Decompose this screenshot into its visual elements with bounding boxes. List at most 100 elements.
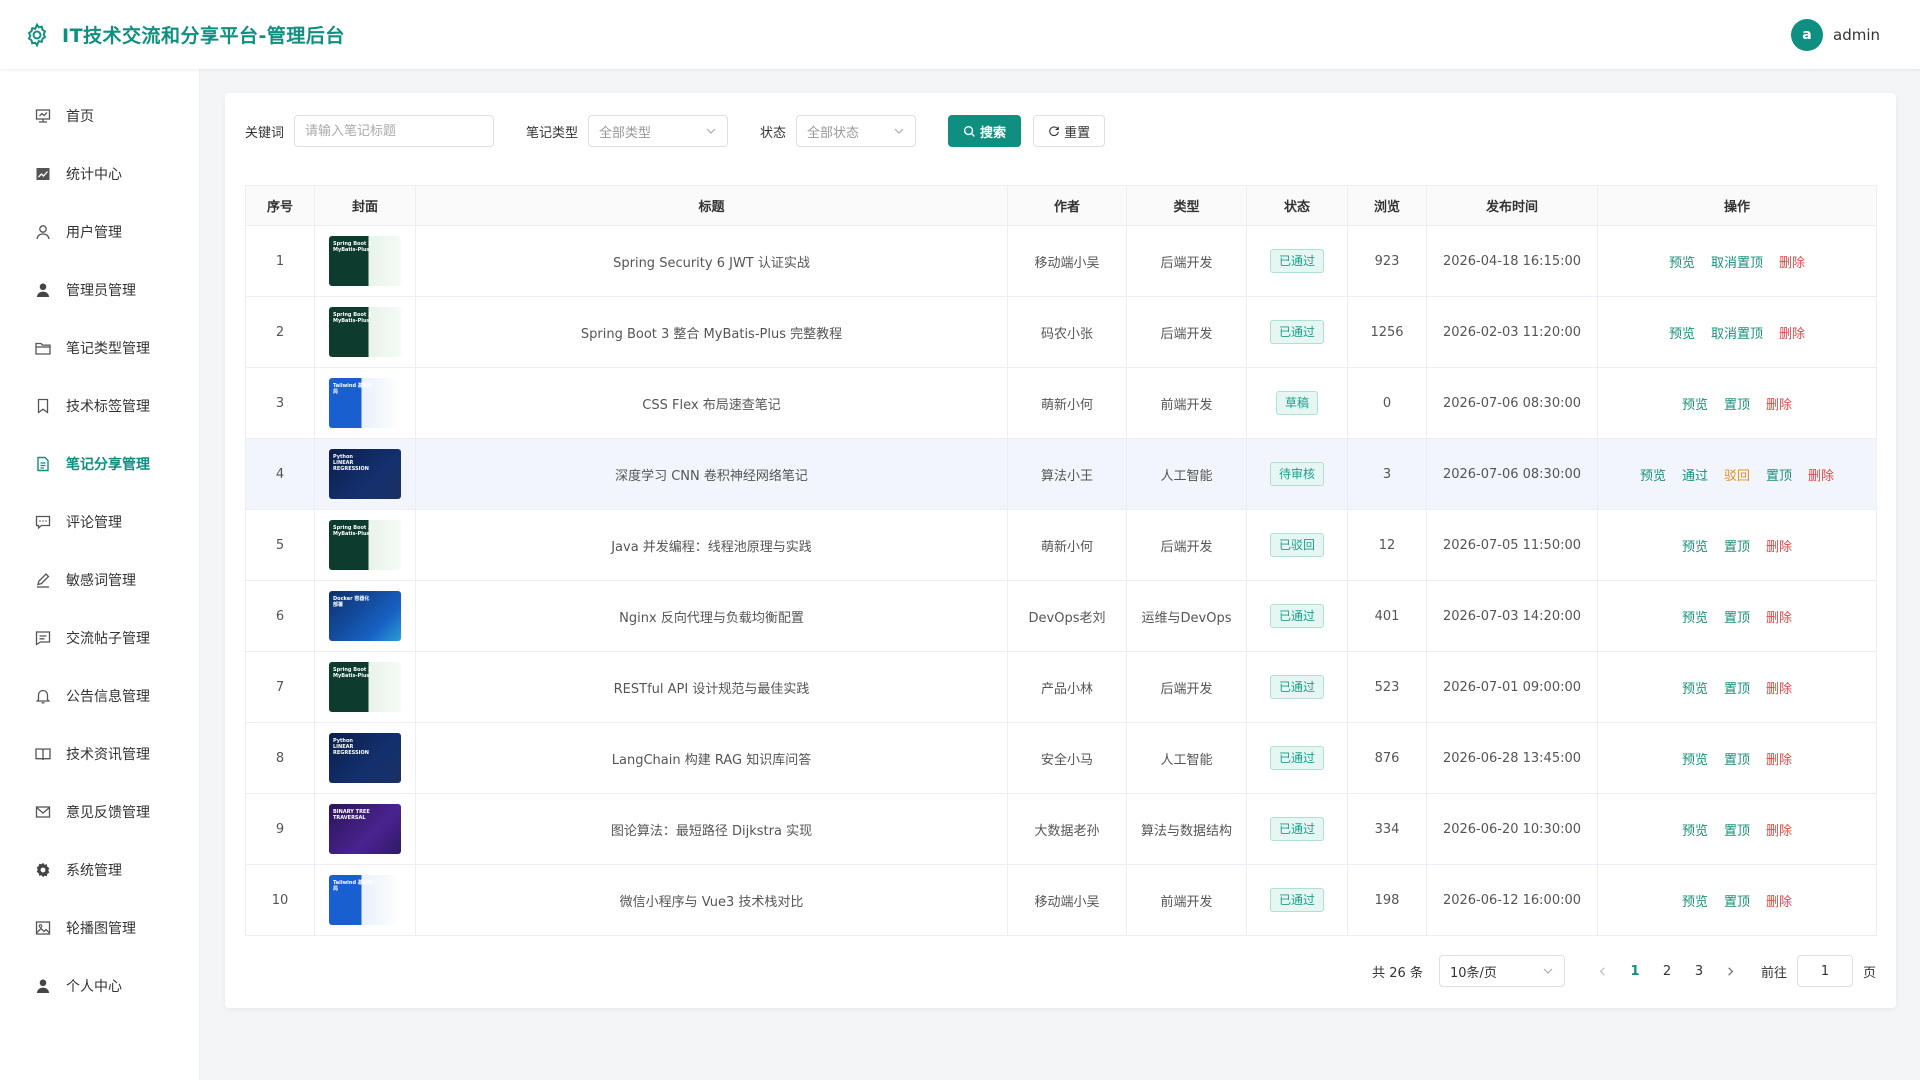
- cover-image[interactable]: Spring Boot 3 MyBatis-Plus: [329, 520, 401, 570]
- status-select[interactable]: 全部状态: [796, 115, 917, 147]
- delete-button[interactable]: 删除: [1808, 465, 1834, 484]
- note-author: 码农小张: [1007, 296, 1127, 368]
- sidebar-item-1[interactable]: 统计中心: [0, 145, 199, 203]
- cover-image[interactable]: Tailwind 基础布局: [329, 378, 401, 428]
- cover-image[interactable]: Spring Boot 3 MyBatis-Plus: [329, 662, 401, 712]
- preview-button[interactable]: 预览: [1682, 607, 1708, 626]
- sidebar-item-6[interactable]: 笔记分享管理: [0, 435, 199, 493]
- reset-button-label: 重置: [1064, 125, 1091, 141]
- unpin-button[interactable]: 取消置顶: [1711, 323, 1763, 342]
- user-solid-icon: [34, 281, 52, 299]
- page-number-list: 123: [1619, 964, 1715, 979]
- table-row[interactable]: 3 Tailwind 基础布局 CSS Flex 布局速查笔记 萌新小何 前端开发 草稿 0…: [245, 367, 1877, 439]
- cover-image[interactable]: Docker 容器化部署: [329, 591, 401, 641]
- table-row[interactable]: 8 Python LINEAR REGRESSION LangChain 构建 RA…: [245, 722, 1877, 794]
- next-page-button[interactable]: [1715, 966, 1747, 977]
- pin-button[interactable]: 置顶: [1724, 394, 1750, 413]
- delete-button[interactable]: 删除: [1766, 820, 1792, 839]
- sidebar-item-11[interactable]: 技术资讯管理: [0, 725, 199, 783]
- page-size-select[interactable]: 10条/页: [1438, 955, 1565, 987]
- table-row[interactable]: 1 Spring Boot 3 MyBatis-Plus Spring Securi…: [245, 225, 1877, 297]
- preview-button[interactable]: 预览: [1682, 891, 1708, 910]
- preview-button[interactable]: 预览: [1669, 252, 1695, 271]
- unpin-button[interactable]: 取消置顶: [1711, 252, 1763, 271]
- delete-button[interactable]: 删除: [1766, 678, 1792, 697]
- note-author: 大数据老孙: [1007, 793, 1127, 865]
- cover-image[interactable]: BINARY TREE TRAVERSAL: [329, 804, 401, 854]
- delete-button[interactable]: 删除: [1766, 749, 1792, 768]
- note-author: 算法小王: [1007, 438, 1127, 510]
- note-type: 前端开发: [1126, 864, 1247, 936]
- sidebar-item-2[interactable]: 用户管理: [0, 203, 199, 261]
- table-row[interactable]: 2 Spring Boot 3 MyBatis-Plus Spring Boot 3…: [245, 296, 1877, 368]
- goto-page-input[interactable]: [1796, 955, 1853, 987]
- sidebar-item-label: 系统管理: [66, 863, 122, 879]
- preview-button[interactable]: 预览: [1682, 749, 1708, 768]
- note-type-select[interactable]: 全部类型: [588, 115, 729, 147]
- cover-image[interactable]: Tailwind 基础布局: [329, 875, 401, 925]
- delete-button[interactable]: 删除: [1766, 891, 1792, 910]
- view-count: 876: [1347, 722, 1427, 794]
- table-row[interactable]: 7 Spring Boot 3 MyBatis-Plus RESTful API 设…: [245, 651, 1877, 723]
- table-row[interactable]: 6 Docker 容器化部署 Nginx 反向代理与负载均衡配置 DevOps老刘 运维…: [245, 580, 1877, 652]
- pin-button[interactable]: 置顶: [1724, 607, 1750, 626]
- reject-button[interactable]: 驳回: [1724, 465, 1750, 484]
- status-badge: 草稿: [1275, 391, 1318, 415]
- preview-button[interactable]: 预览: [1682, 536, 1708, 555]
- sidebar-item-7[interactable]: 评论管理: [0, 493, 199, 551]
- page-number-button[interactable]: 2: [1651, 964, 1683, 979]
- brand[interactable]: IT技术交流和分享平台-管理后台: [24, 21, 345, 48]
- table-row[interactable]: 4 Python LINEAR REGRESSION 深度学习 CNN 卷积神经网络…: [245, 438, 1877, 510]
- preview-button[interactable]: 预览: [1682, 678, 1708, 697]
- preview-button[interactable]: 预览: [1682, 394, 1708, 413]
- sidebar-item-label: 管理员管理: [66, 283, 136, 299]
- pin-button[interactable]: 置顶: [1724, 536, 1750, 555]
- sidebar-item-10[interactable]: 公告信息管理: [0, 667, 199, 725]
- sidebar-item-12[interactable]: 意见反馈管理: [0, 783, 199, 841]
- preview-button[interactable]: 预览: [1640, 465, 1666, 484]
- sidebar-item-0[interactable]: 首页: [0, 87, 199, 145]
- sidebar-item-13[interactable]: 系统管理: [0, 841, 199, 899]
- approve-button[interactable]: 通过: [1682, 465, 1708, 484]
- gear-icon: [34, 861, 52, 879]
- avatar[interactable]: a: [1791, 18, 1823, 51]
- sidebar-item-14[interactable]: 轮播图管理: [0, 899, 199, 957]
- table-row[interactable]: 10 Tailwind 基础布局 微信小程序与 Vue3 技术栈对比 移动端小吴 前端开…: [245, 864, 1877, 936]
- cover-image[interactable]: Python LINEAR REGRESSION: [329, 449, 401, 499]
- table-row[interactable]: 9 BINARY TREE TRAVERSAL 图论算法：最短路径 Dijkstra…: [245, 793, 1877, 865]
- reset-button[interactable]: 重置: [1033, 115, 1106, 147]
- sidebar-item-9[interactable]: 交流帖子管理: [0, 609, 199, 667]
- table-row[interactable]: 5 Spring Boot 3 MyBatis-Plus Java 并发编程：线程池…: [245, 509, 1877, 581]
- sidebar-item-3[interactable]: 管理员管理: [0, 261, 199, 319]
- sidebar-item-15[interactable]: 个人中心: [0, 957, 199, 1015]
- delete-button[interactable]: 删除: [1766, 536, 1792, 555]
- cover-image[interactable]: Spring Boot 3 MyBatis-Plus: [329, 236, 401, 286]
- username[interactable]: admin: [1833, 26, 1880, 44]
- keyword-input[interactable]: [305, 123, 484, 139]
- keyword-field[interactable]: [294, 115, 495, 147]
- delete-button[interactable]: 删除: [1766, 394, 1792, 413]
- pin-button[interactable]: 置顶: [1724, 678, 1750, 697]
- sidebar-item-8[interactable]: 敏感词管理: [0, 551, 199, 609]
- sidebar-item-label: 交流帖子管理: [66, 631, 150, 647]
- search-button[interactable]: 搜索: [948, 115, 1022, 147]
- publish-time: 2026-07-03 14:20:00: [1426, 580, 1598, 652]
- delete-button[interactable]: 删除: [1779, 252, 1805, 271]
- user-menu[interactable]: a admin: [1791, 18, 1880, 51]
- page-number-button[interactable]: 1: [1619, 964, 1651, 979]
- delete-button[interactable]: 删除: [1779, 323, 1805, 342]
- note-title: RESTful API 设计规范与最佳实践: [415, 651, 1008, 723]
- cover-image[interactable]: Python LINEAR REGRESSION: [329, 733, 401, 783]
- pin-button[interactable]: 置顶: [1724, 749, 1750, 768]
- cover-image[interactable]: Spring Boot 3 MyBatis-Plus: [329, 307, 401, 357]
- pin-button[interactable]: 置顶: [1724, 891, 1750, 910]
- sidebar-item-5[interactable]: 技术标签管理: [0, 377, 199, 435]
- pin-button[interactable]: 置顶: [1766, 465, 1792, 484]
- prev-page-button[interactable]: [1587, 966, 1619, 977]
- pin-button[interactable]: 置顶: [1724, 820, 1750, 839]
- delete-button[interactable]: 删除: [1766, 607, 1792, 626]
- preview-button[interactable]: 预览: [1669, 323, 1695, 342]
- sidebar-item-4[interactable]: 笔记类型管理: [0, 319, 199, 377]
- page-number-button[interactable]: 3: [1683, 964, 1715, 979]
- preview-button[interactable]: 预览: [1682, 820, 1708, 839]
